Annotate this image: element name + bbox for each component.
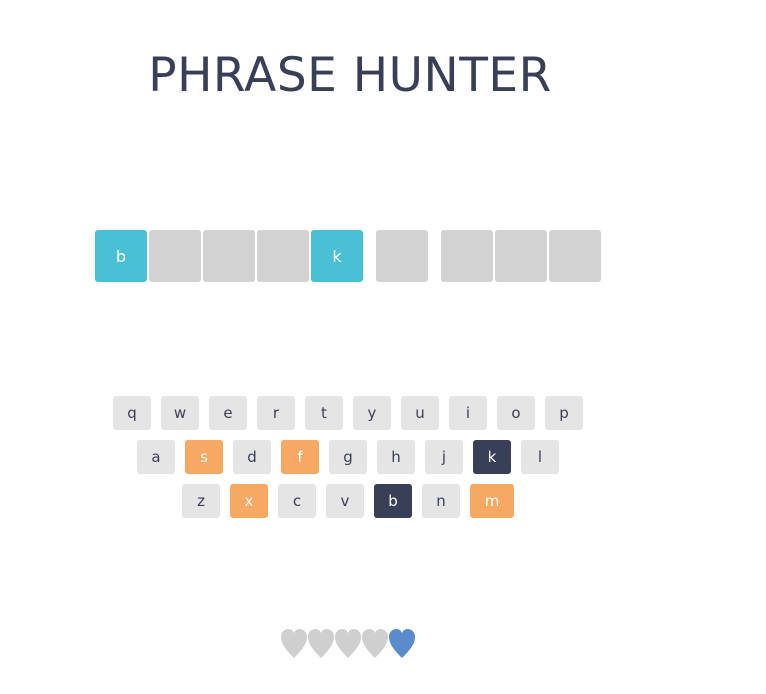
key-i[interactable]: i — [449, 396, 487, 430]
lives-indicator — [280, 628, 415, 664]
keyboard-row: asdfghjkl — [0, 440, 696, 474]
key-o[interactable]: o — [497, 396, 535, 430]
hidden-letter-tile — [203, 230, 255, 282]
key-j[interactable]: j — [425, 440, 463, 474]
heart-icon-lost — [307, 628, 334, 664]
key-v[interactable]: v — [326, 484, 364, 518]
phrase-board: bk — [95, 230, 601, 282]
key-u[interactable]: u — [401, 396, 439, 430]
phrase-word: bk — [95, 230, 363, 282]
key-x[interactable]: x — [230, 484, 268, 518]
key-z[interactable]: z — [182, 484, 220, 518]
hidden-letter-tile — [149, 230, 201, 282]
keyboard-row: qwertyuiop — [0, 396, 696, 430]
hidden-letter-tile — [441, 230, 493, 282]
key-c[interactable]: c — [278, 484, 316, 518]
heart-icon-lost — [361, 628, 388, 664]
hidden-letter-tile — [376, 230, 428, 282]
key-b[interactable]: b — [374, 484, 412, 518]
phrase-word — [441, 230, 601, 282]
key-y[interactable]: y — [353, 396, 391, 430]
heart-icon-live — [388, 628, 415, 664]
key-n[interactable]: n — [422, 484, 460, 518]
key-a[interactable]: a — [137, 440, 175, 474]
key-m[interactable]: m — [470, 484, 514, 518]
key-l[interactable]: l — [521, 440, 559, 474]
key-h[interactable]: h — [377, 440, 415, 474]
key-t[interactable]: t — [305, 396, 343, 430]
key-g[interactable]: g — [329, 440, 367, 474]
key-w[interactable]: w — [161, 396, 199, 430]
key-p[interactable]: p — [545, 396, 583, 430]
phrase-word — [376, 230, 428, 282]
hidden-letter-tile — [549, 230, 601, 282]
heart-icon-lost — [334, 628, 361, 664]
key-r[interactable]: r — [257, 396, 295, 430]
key-k[interactable]: k — [473, 440, 511, 474]
key-d[interactable]: d — [233, 440, 271, 474]
key-q[interactable]: q — [113, 396, 151, 430]
keyboard-row: zxcvbnm — [0, 484, 696, 518]
revealed-letter-tile: k — [311, 230, 363, 282]
revealed-letter-tile: b — [95, 230, 147, 282]
hidden-letter-tile — [257, 230, 309, 282]
heart-icon-lost — [280, 628, 307, 664]
key-f[interactable]: f — [281, 440, 319, 474]
hidden-letter-tile — [495, 230, 547, 282]
onscreen-keyboard: qwertyuiop asdfghjkl zxcvbnm — [0, 396, 696, 528]
key-e[interactable]: e — [209, 396, 247, 430]
key-s[interactable]: s — [185, 440, 223, 474]
game-title: PHRASE HUNTER — [148, 48, 552, 103]
